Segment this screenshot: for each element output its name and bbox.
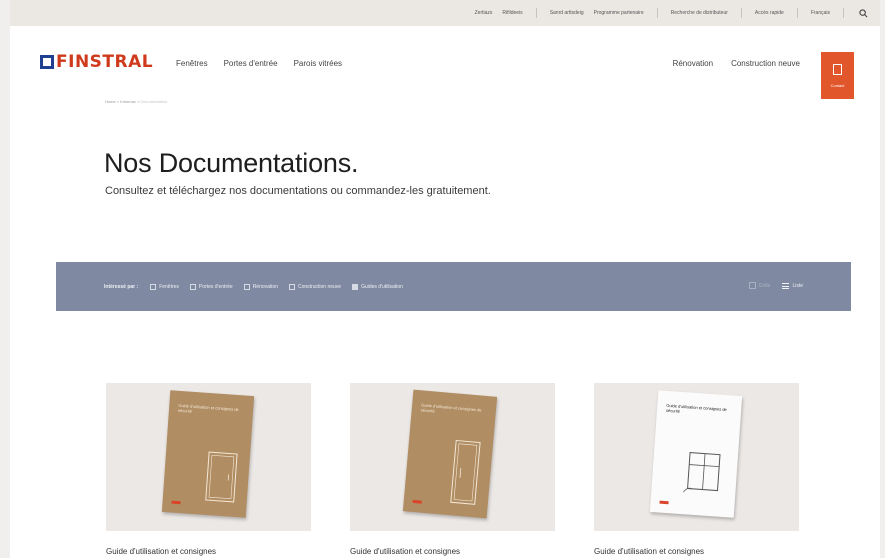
nav-item-new-construction[interactable]: Construction neuve bbox=[731, 59, 800, 68]
filter-option-label: Portes d'entrée bbox=[198, 283, 233, 290]
page: Zertiazs Rifildeeis Sanrd arttsdeig Prog… bbox=[10, 0, 880, 558]
card-title[interactable]: Guide d'utilisation et consignes bbox=[106, 547, 216, 556]
logo-square-icon bbox=[40, 55, 54, 69]
topbar-link-1[interactable]: Zertiazs bbox=[475, 10, 493, 16]
window-drawing-icon bbox=[683, 452, 721, 493]
topbar-link-partner[interactable]: Programme partenaire bbox=[594, 10, 644, 16]
document-cover: Guide d'utilisation et consignes de sécu… bbox=[161, 390, 255, 518]
search-icon[interactable] bbox=[856, 6, 870, 20]
contact-button[interactable]: Contact bbox=[821, 52, 854, 99]
topbar-divider bbox=[843, 8, 844, 18]
page-title: Nos Documentations. bbox=[104, 148, 359, 178]
brand-mark bbox=[659, 500, 669, 505]
filter-option-label: Guides d'utilisation bbox=[361, 283, 403, 290]
filter-bar: Intéressé par : Fenêtres Portes d'entrée… bbox=[56, 262, 851, 311]
topbar-divider bbox=[656, 8, 658, 18]
grid-view-label: Grille bbox=[758, 282, 771, 289]
document-cover: Guide d'utilisation et consignes de sécu… bbox=[649, 390, 743, 518]
document-cover: Guide d'utilisation et consignes de sécu… bbox=[402, 389, 498, 519]
finstral-logo[interactable]: FINSTRAL bbox=[40, 53, 153, 71]
nav-item-windows[interactable]: Fenêtres bbox=[176, 59, 208, 68]
checkbox[interactable] bbox=[243, 283, 250, 290]
topbar-link-dealer-search[interactable]: Recherche de distributeur bbox=[671, 10, 728, 16]
logo-wordmark: FINSTRAL bbox=[56, 51, 154, 72]
grid-icon bbox=[748, 282, 756, 289]
breadcrumb-current: Documentation bbox=[140, 99, 168, 104]
grid-view-button[interactable]: Grille bbox=[748, 282, 771, 289]
breadcrumb-home[interactable]: Home bbox=[105, 99, 116, 104]
utility-bar: Zertiazs Rifildeeis Sanrd arttsdeig Prog… bbox=[10, 0, 880, 26]
nav-item-glass-walls[interactable]: Parois vitrées bbox=[294, 59, 342, 68]
breadcrumb: Home > Informaz > Documentation bbox=[105, 99, 167, 104]
filter-windows[interactable]: Fenêtres bbox=[150, 283, 179, 290]
document-card[interactable]: Guide d'utilisation et consignes de sécu… bbox=[350, 383, 555, 531]
brand-mark bbox=[412, 499, 422, 504]
filter-option-label: Rénovation bbox=[252, 283, 278, 290]
card-title[interactable]: Guide d'utilisation et consignes bbox=[350, 547, 460, 556]
topbar-link-2[interactable]: Rifildeeis bbox=[502, 10, 522, 16]
topbar-divider bbox=[796, 8, 798, 18]
breadcrumb-info[interactable]: Informaz bbox=[120, 99, 136, 104]
filter-new-construction[interactable]: Construction neuve bbox=[288, 283, 342, 290]
checkbox[interactable] bbox=[189, 283, 196, 290]
list-view-button[interactable]: Liste bbox=[782, 282, 803, 289]
topbar-link-3[interactable]: Sanrd arttsdeig bbox=[550, 10, 584, 16]
filter-user-guides[interactable]: Guides d'utilisation bbox=[352, 283, 403, 290]
contact-label: Contact bbox=[830, 82, 845, 88]
page-subtitle: Consultez et téléchargez nos documentati… bbox=[105, 185, 491, 197]
view-toggle: Grille Liste bbox=[737, 282, 803, 289]
filter-option-label: Construction neuve bbox=[297, 283, 342, 290]
door-drawing-icon bbox=[450, 439, 481, 505]
list-view-label: Liste bbox=[792, 282, 803, 289]
topbar-link-quick-access[interactable]: Accès rapide bbox=[755, 10, 784, 16]
filter-option-label: Fenêtres bbox=[159, 283, 179, 290]
list-icon bbox=[782, 282, 790, 289]
nav-item-entrance-doors[interactable]: Portes d'entrée bbox=[224, 59, 278, 68]
topbar-divider bbox=[535, 8, 537, 18]
filter-renovation[interactable]: Rénovation bbox=[243, 283, 278, 290]
cover-title: Guide d'utilisation et consignes de sécu… bbox=[665, 402, 727, 414]
topbar-divider bbox=[740, 8, 742, 18]
cover-title: Guide d'utilisation et consignes de sécu… bbox=[420, 402, 482, 414]
checkbox-checked[interactable] bbox=[352, 283, 359, 290]
filter-label: Intéressé par : bbox=[104, 283, 139, 290]
contact-icon bbox=[833, 63, 842, 75]
secondary-nav: Rénovation Construction neuve bbox=[655, 59, 800, 68]
main-nav: Fenêtres Portes d'entrée Parois vitrées bbox=[176, 59, 358, 68]
language-select[interactable]: Français bbox=[811, 10, 830, 16]
document-card[interactable]: Guide d'utilisation et consignes de sécu… bbox=[594, 383, 799, 531]
brand-mark bbox=[171, 500, 181, 505]
card-title[interactable]: Guide d'utilisation et consignes bbox=[594, 547, 704, 556]
checkbox[interactable] bbox=[150, 283, 157, 290]
cover-title: Guide d'utilisation et consignes de sécu… bbox=[177, 402, 239, 414]
document-card[interactable]: Guide d'utilisation et consignes de sécu… bbox=[106, 383, 311, 531]
window-drawing-icon bbox=[205, 451, 238, 503]
checkbox[interactable] bbox=[288, 283, 295, 290]
nav-item-renovation[interactable]: Rénovation bbox=[673, 59, 713, 68]
filter-entrance-doors[interactable]: Portes d'entrée bbox=[189, 283, 233, 290]
